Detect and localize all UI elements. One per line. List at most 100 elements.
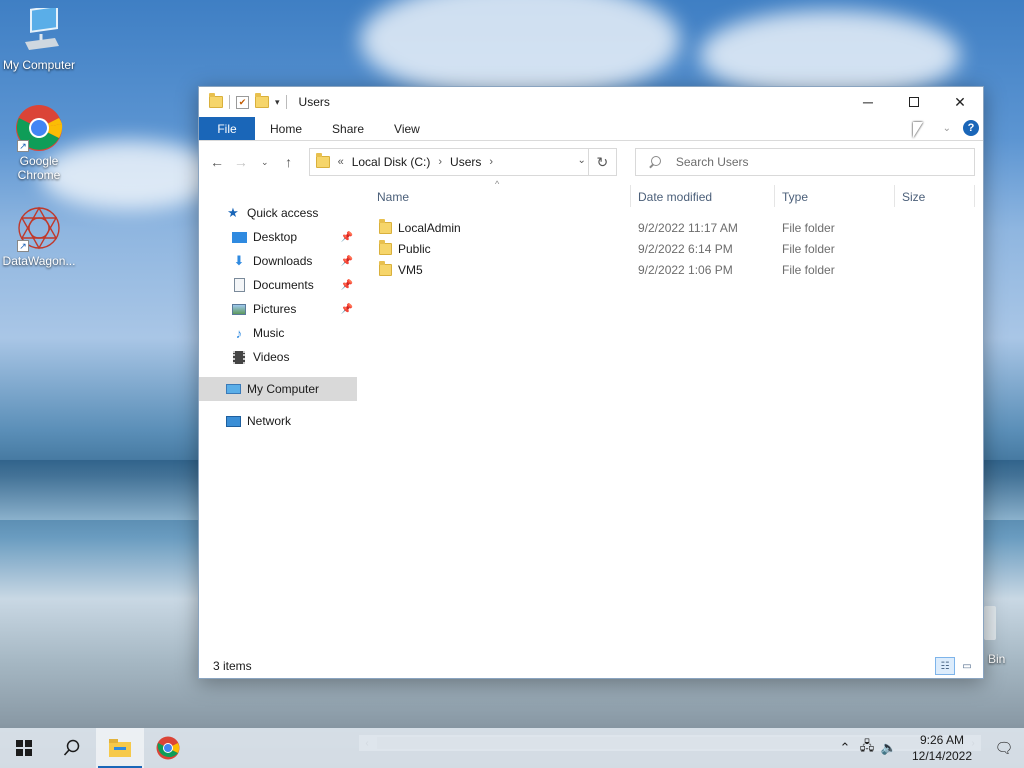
- downloads-icon: ⬇: [233, 253, 245, 268]
- search-box[interactable]: Search Users: [634, 148, 976, 176]
- recycle-bin-icon[interactable]: [984, 606, 996, 640]
- tab-home[interactable]: Home: [255, 117, 317, 140]
- nav-label: Quick access: [247, 206, 319, 220]
- nav-label: My Computer: [247, 382, 320, 396]
- desktop-icon-datawagon[interactable]: ↗ DataWagon...: [0, 204, 78, 268]
- taskbar-chrome[interactable]: [144, 728, 192, 768]
- file-list: ^ Name Date modified Type Size LocalAdmi…: [369, 179, 983, 643]
- breadcrumb-users[interactable]: Users: [450, 155, 481, 169]
- breadcrumb-overflow[interactable]: «: [338, 156, 344, 168]
- recent-locations-button[interactable]: ⌄: [255, 150, 275, 174]
- column-header-type[interactable]: Type: [774, 183, 894, 211]
- customize-toolbar-icon[interactable]: ▾: [275, 97, 280, 108]
- nav-label: Pictures: [253, 302, 297, 316]
- nav-quick-access[interactable]: ★ Quick access: [199, 201, 357, 225]
- breadcrumb: « Local Disk (C:) › Users ›: [338, 155, 494, 169]
- chrome-icon: [156, 736, 180, 760]
- chevron-right-icon[interactable]: ›: [438, 156, 442, 168]
- file-explorer-window: ✔ ▾ Users ─ ✕ File Home Share View ⌄ ? ←…: [198, 86, 984, 751]
- properties-icon[interactable]: ✔: [236, 95, 249, 109]
- chevron-down-icon[interactable]: ⌄: [577, 155, 585, 166]
- file-date: 9/2/2022 11:17 AM: [638, 220, 738, 235]
- windows-logo-icon: [16, 740, 32, 756]
- folder-icon: [379, 260, 392, 276]
- chrome-icon: ↗: [15, 104, 63, 152]
- nav-label: Desktop: [253, 230, 298, 244]
- nav-label: Videos: [253, 350, 290, 364]
- file-name: Public: [398, 241, 431, 256]
- nav-label: Downloads: [253, 254, 313, 268]
- pin-icon: 📌: [340, 279, 353, 291]
- tab-share[interactable]: Share: [317, 117, 379, 140]
- recycle-bin-label[interactable]: Bin: [988, 652, 1005, 666]
- file-row[interactable]: LocalAdmin 9/2/2022 11:17 AM File folder: [369, 217, 983, 238]
- desktop-icon: [231, 229, 247, 245]
- clock[interactable]: 9:26 AM 12/14/2022: [906, 732, 978, 764]
- network-icon[interactable]: 🖧: [856, 737, 878, 759]
- desktop-icon-my-computer[interactable]: My Computer: [0, 4, 78, 72]
- file-row[interactable]: Public 9/2/2022 6:14 PM File folder: [369, 238, 983, 259]
- folder-icon: [315, 153, 330, 168]
- ribbon-right-controls: ⌄ ?: [943, 120, 979, 136]
- clock-time: 9:26 AM: [919, 733, 965, 747]
- new-folder-icon[interactable]: [255, 93, 269, 108]
- details-view-icon[interactable]: ☷: [935, 657, 955, 675]
- music-icon: ♪: [235, 325, 243, 341]
- nav-network[interactable]: Network: [199, 409, 357, 433]
- pin-icon: 📌: [340, 231, 353, 243]
- file-row[interactable]: VM5 9/2/2022 1:06 PM File folder: [369, 259, 983, 280]
- maximize-button[interactable]: [891, 87, 937, 117]
- folder-icon: [379, 218, 392, 234]
- back-button[interactable]: ←: [207, 150, 227, 174]
- large-icons-view-icon[interactable]: ▭: [957, 657, 977, 675]
- folder-icon: [379, 239, 392, 255]
- nav-label: Music: [253, 326, 285, 340]
- search-icon: [648, 155, 662, 169]
- address-bar[interactable]: « Local Disk (C:) › Users › ⌄ ↻: [308, 148, 617, 176]
- explorer-body: ★ Quick access Desktop 📌 ⬇ Downloads 📌 D…: [199, 179, 983, 751]
- nav-documents[interactable]: Documents 📌: [199, 273, 357, 297]
- file-explorer-icon: [109, 739, 131, 757]
- help-icon[interactable]: ?: [963, 120, 979, 136]
- computer-icon: [15, 4, 63, 56]
- nav-music[interactable]: ♪ Music: [199, 321, 357, 345]
- file-type: File folder: [782, 220, 835, 235]
- datawagon-icon: ↗: [15, 204, 63, 252]
- nav-videos[interactable]: Videos: [199, 345, 357, 369]
- nav-pictures[interactable]: Pictures 📌: [199, 297, 357, 321]
- file-name: LocalAdmin: [398, 220, 461, 235]
- folder-icon: [209, 93, 223, 108]
- nav-label: Network: [247, 414, 292, 428]
- tab-view[interactable]: View: [379, 117, 435, 140]
- show-hidden-icons-icon[interactable]: ⌃: [834, 740, 856, 756]
- column-divider[interactable]: [974, 185, 975, 207]
- taskbar-file-explorer[interactable]: [96, 728, 144, 768]
- navigation-pane: ★ Quick access Desktop 📌 ⬇ Downloads 📌 D…: [199, 183, 357, 653]
- column-header-size[interactable]: Size: [894, 183, 974, 211]
- column-header-name[interactable]: Name: [369, 183, 629, 211]
- tab-file[interactable]: File: [199, 117, 255, 140]
- refresh-button[interactable]: ↻: [587, 149, 616, 175]
- nav-desktop[interactable]: Desktop 📌: [199, 225, 357, 249]
- title-bar[interactable]: ✔ ▾ Users ─ ✕: [199, 87, 983, 117]
- nav-downloads[interactable]: ⬇ Downloads 📌: [199, 249, 357, 273]
- nav-label: Documents: [253, 278, 314, 292]
- system-tray: ⌃ 🖧 🔈 9:26 AM 12/14/2022 🗨: [834, 728, 1024, 768]
- expand-ribbon-icon[interactable]: ⌄: [943, 123, 951, 134]
- start-button[interactable]: [0, 728, 48, 768]
- volume-icon[interactable]: 🔈: [878, 740, 900, 756]
- minimize-button[interactable]: ─: [845, 87, 891, 117]
- clock-date: 12/14/2022: [911, 749, 973, 763]
- chevron-right-icon[interactable]: ›: [489, 156, 493, 168]
- column-header-date[interactable]: Date modified: [630, 183, 774, 211]
- search-button[interactable]: [48, 728, 96, 768]
- notification-icon[interactable]: 🗨: [984, 739, 1024, 757]
- mouse-cursor-icon: [913, 122, 923, 138]
- breadcrumb-local-disk[interactable]: Local Disk (C:): [352, 155, 431, 169]
- up-button[interactable]: ↑: [279, 150, 299, 174]
- close-button[interactable]: ✕: [937, 87, 983, 117]
- forward-button[interactable]: →: [231, 150, 251, 174]
- videos-icon: [231, 349, 247, 365]
- desktop-icon-google-chrome[interactable]: ↗ Google Chrome: [0, 104, 78, 182]
- nav-my-computer[interactable]: My Computer: [199, 377, 357, 401]
